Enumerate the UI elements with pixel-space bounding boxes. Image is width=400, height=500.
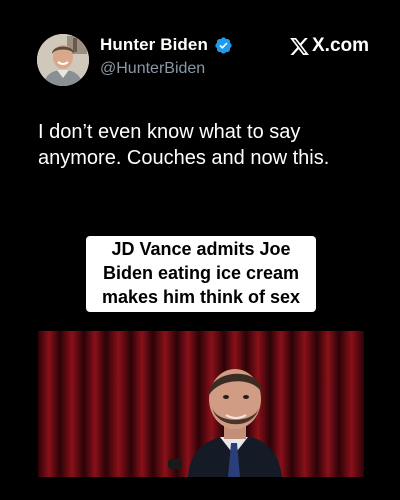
author-block: Hunter Biden @HunterBiden	[100, 35, 280, 79]
media-headline: JD Vance admits Joe Biden eating ice cre…	[86, 236, 316, 312]
source-domain: X.com	[312, 35, 370, 56]
author-name-row: Hunter Biden	[100, 35, 280, 55]
author-handle[interactable]: @HunterBiden	[100, 59, 280, 79]
video-thumbnail[interactable]	[38, 331, 364, 477]
avatar[interactable]	[37, 34, 89, 86]
verified-badge-icon	[214, 36, 233, 55]
tweet-text: I don’t even know what to say anymore. C…	[38, 121, 330, 169]
author-name[interactable]: Hunter Biden	[100, 35, 208, 55]
x-logo-icon	[289, 36, 310, 57]
source-label: X.com	[289, 35, 369, 57]
